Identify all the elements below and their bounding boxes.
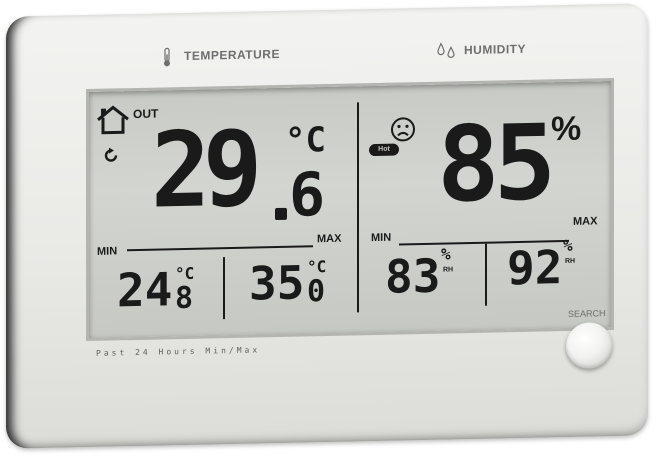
temperature-label: TEMPERATURE — [184, 46, 280, 63]
temp-max-decimal: 0 — [307, 274, 326, 310]
temp-minmax-line — [127, 245, 313, 252]
sad-face-icon — [391, 117, 415, 142]
lcd-screen: OUT 29 6 °C Hot 85 % MIN MAX MIN MAX 24 … — [86, 77, 614, 342]
decimal-point — [275, 207, 287, 221]
hum-minmax-separator — [485, 243, 487, 306]
temp-min-label: MIN — [97, 245, 118, 258]
hum-max-label: MAX — [573, 215, 598, 228]
temp-minmax-separator — [223, 257, 225, 320]
lcd-center-divider — [357, 102, 359, 313]
hum-min-label: MIN — [371, 231, 392, 245]
hum-min-unit: % — [441, 244, 451, 264]
humidity-label: HUMIDITY — [464, 41, 526, 58]
temperature-unit: °C — [285, 120, 326, 161]
temp-max-value: 35 — [249, 255, 305, 311]
temp-max-label: MAX — [317, 232, 342, 246]
house-icon — [97, 105, 129, 135]
hum-max-unit: % — [563, 235, 573, 256]
hum-max-value: 92 — [507, 240, 563, 296]
thermo-hygrometer-device: TEMPERATURE HUMIDITY OUT 29 6 °C Hot 85 … — [6, 3, 648, 449]
hum-min-value: 83 — [385, 248, 441, 304]
hum-max-rh-label: RH — [565, 257, 576, 266]
refresh-icon — [104, 147, 118, 162]
temp-max-unit: °C — [307, 257, 327, 277]
temp-min-unit: °C — [175, 263, 195, 284]
temp-min-decimal: 8 — [175, 280, 194, 317]
search-label: SEARCH — [568, 308, 606, 319]
comfort-badge: Hot — [369, 143, 399, 157]
past-24h-caption: Past 24 Hours Min/Max — [96, 345, 261, 358]
hum-min-rh-label: RH — [443, 266, 454, 274]
humidity-value: 85 — [437, 101, 551, 226]
temp-min-value: 24 — [117, 262, 173, 318]
search-button[interactable] — [566, 322, 612, 369]
thermometer-icon — [164, 47, 170, 67]
water-drops-icon — [437, 42, 455, 58]
humidity-unit: % — [551, 109, 582, 149]
temperature-decimal: 6 — [289, 160, 326, 231]
temperature-value: 29 — [151, 107, 255, 232]
